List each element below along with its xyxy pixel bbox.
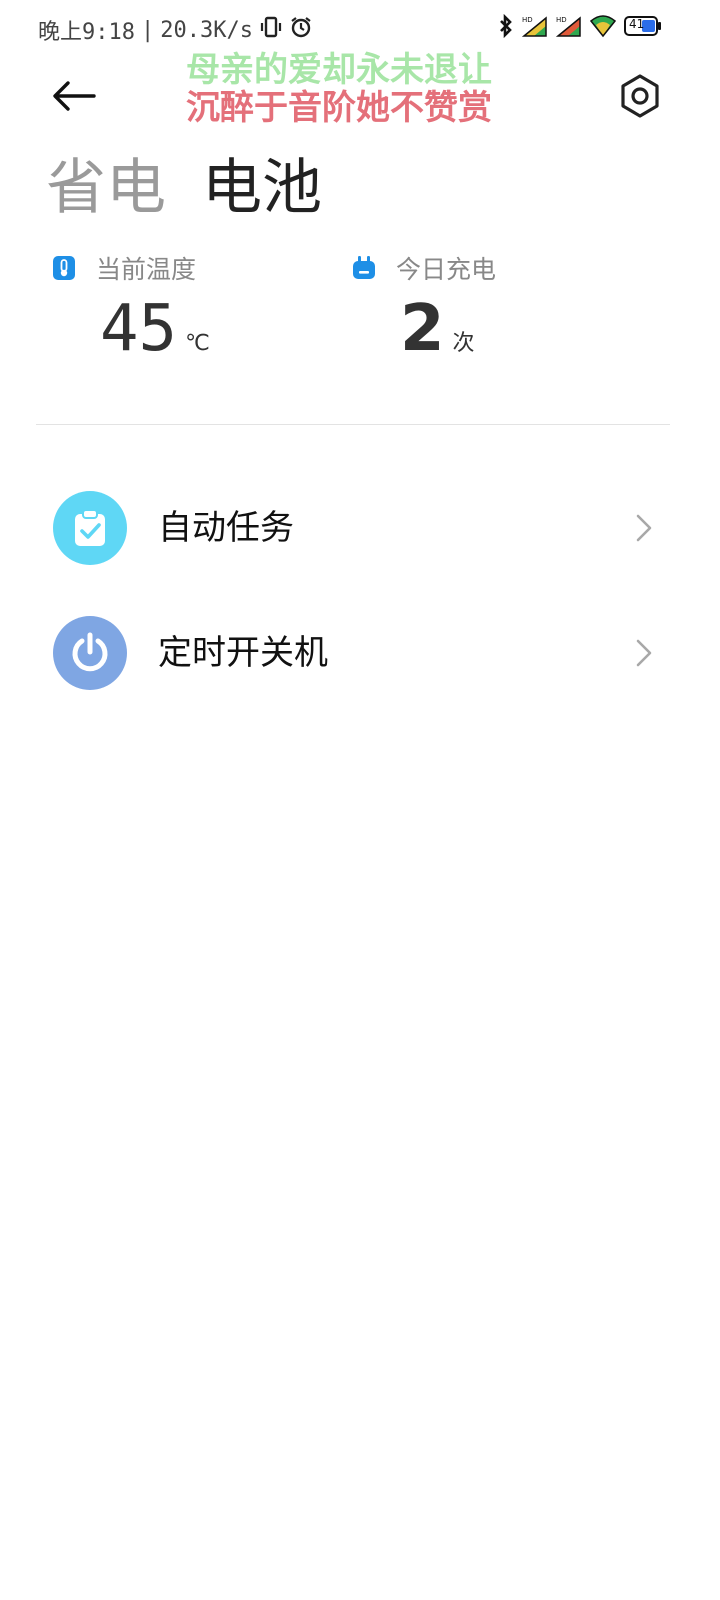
tab-power-saving[interactable]: 省电 [46, 150, 166, 226]
status-right: HD HD 41 [498, 14, 662, 38]
battery-level: 41 [629, 17, 645, 31]
temperature-unit: ℃ [185, 331, 210, 356]
chevron-right-icon [636, 514, 652, 542]
clipboard-check-icon [75, 509, 105, 546]
signal-hd-icon: HD [556, 14, 582, 38]
auto-task-icon-circle [53, 491, 127, 565]
charge-unit: 次 [452, 331, 475, 356]
signal-hd-icon: HD [522, 14, 548, 38]
plug-icon [353, 256, 375, 279]
title-tabs: 省电 电池 [46, 150, 322, 226]
status-time: 晚上9:18 [38, 20, 135, 45]
divider [36, 424, 670, 425]
auto-task-label: 自动任务 [158, 508, 294, 548]
charge-label: 今日充电 [396, 255, 497, 284]
gear-icon [621, 74, 659, 118]
temperature-stat: 当前温度 45 ℃ [52, 252, 352, 364]
wifi-icon [590, 14, 616, 38]
temperature-value: 45 [100, 292, 178, 366]
settings-button[interactable] [616, 70, 664, 122]
lyric-line-2: 沉醉于音阶她不赞赏 [186, 88, 492, 128]
back-button[interactable] [48, 72, 100, 120]
chevron-right-icon [636, 639, 652, 667]
tab-battery[interactable]: 电池 [202, 150, 322, 226]
power-icon [72, 632, 108, 672]
charge-value: 2 [400, 292, 445, 366]
temperature-label: 当前温度 [96, 255, 197, 284]
svg-text:HD: HD [556, 16, 567, 24]
scheduled-power-label: 定时开关机 [158, 633, 328, 673]
thermometer-icon [53, 256, 75, 280]
battery-icon: 41 [624, 15, 662, 37]
status-net-speed: 20.3K/s [160, 17, 253, 43]
power-icon-circle [53, 616, 127, 690]
vibrate-icon [259, 15, 283, 45]
list-item-auto-task[interactable]: 自动任务 [0, 473, 720, 583]
alarm-icon [289, 15, 313, 45]
status-separator: | [140, 17, 155, 43]
charge-stat: 今日充电 2 次 [352, 252, 652, 364]
bluetooth-icon [498, 14, 514, 38]
battery-screen: 晚上9:18 | 20.3K/s HD HD 41 母亲的爱却永未退让 沉醉于音… [0, 0, 720, 1600]
list-item-scheduled-power[interactable]: 定时开关机 [0, 598, 720, 708]
svg-text:HD: HD [522, 16, 533, 24]
back-arrow-icon [53, 81, 96, 111]
